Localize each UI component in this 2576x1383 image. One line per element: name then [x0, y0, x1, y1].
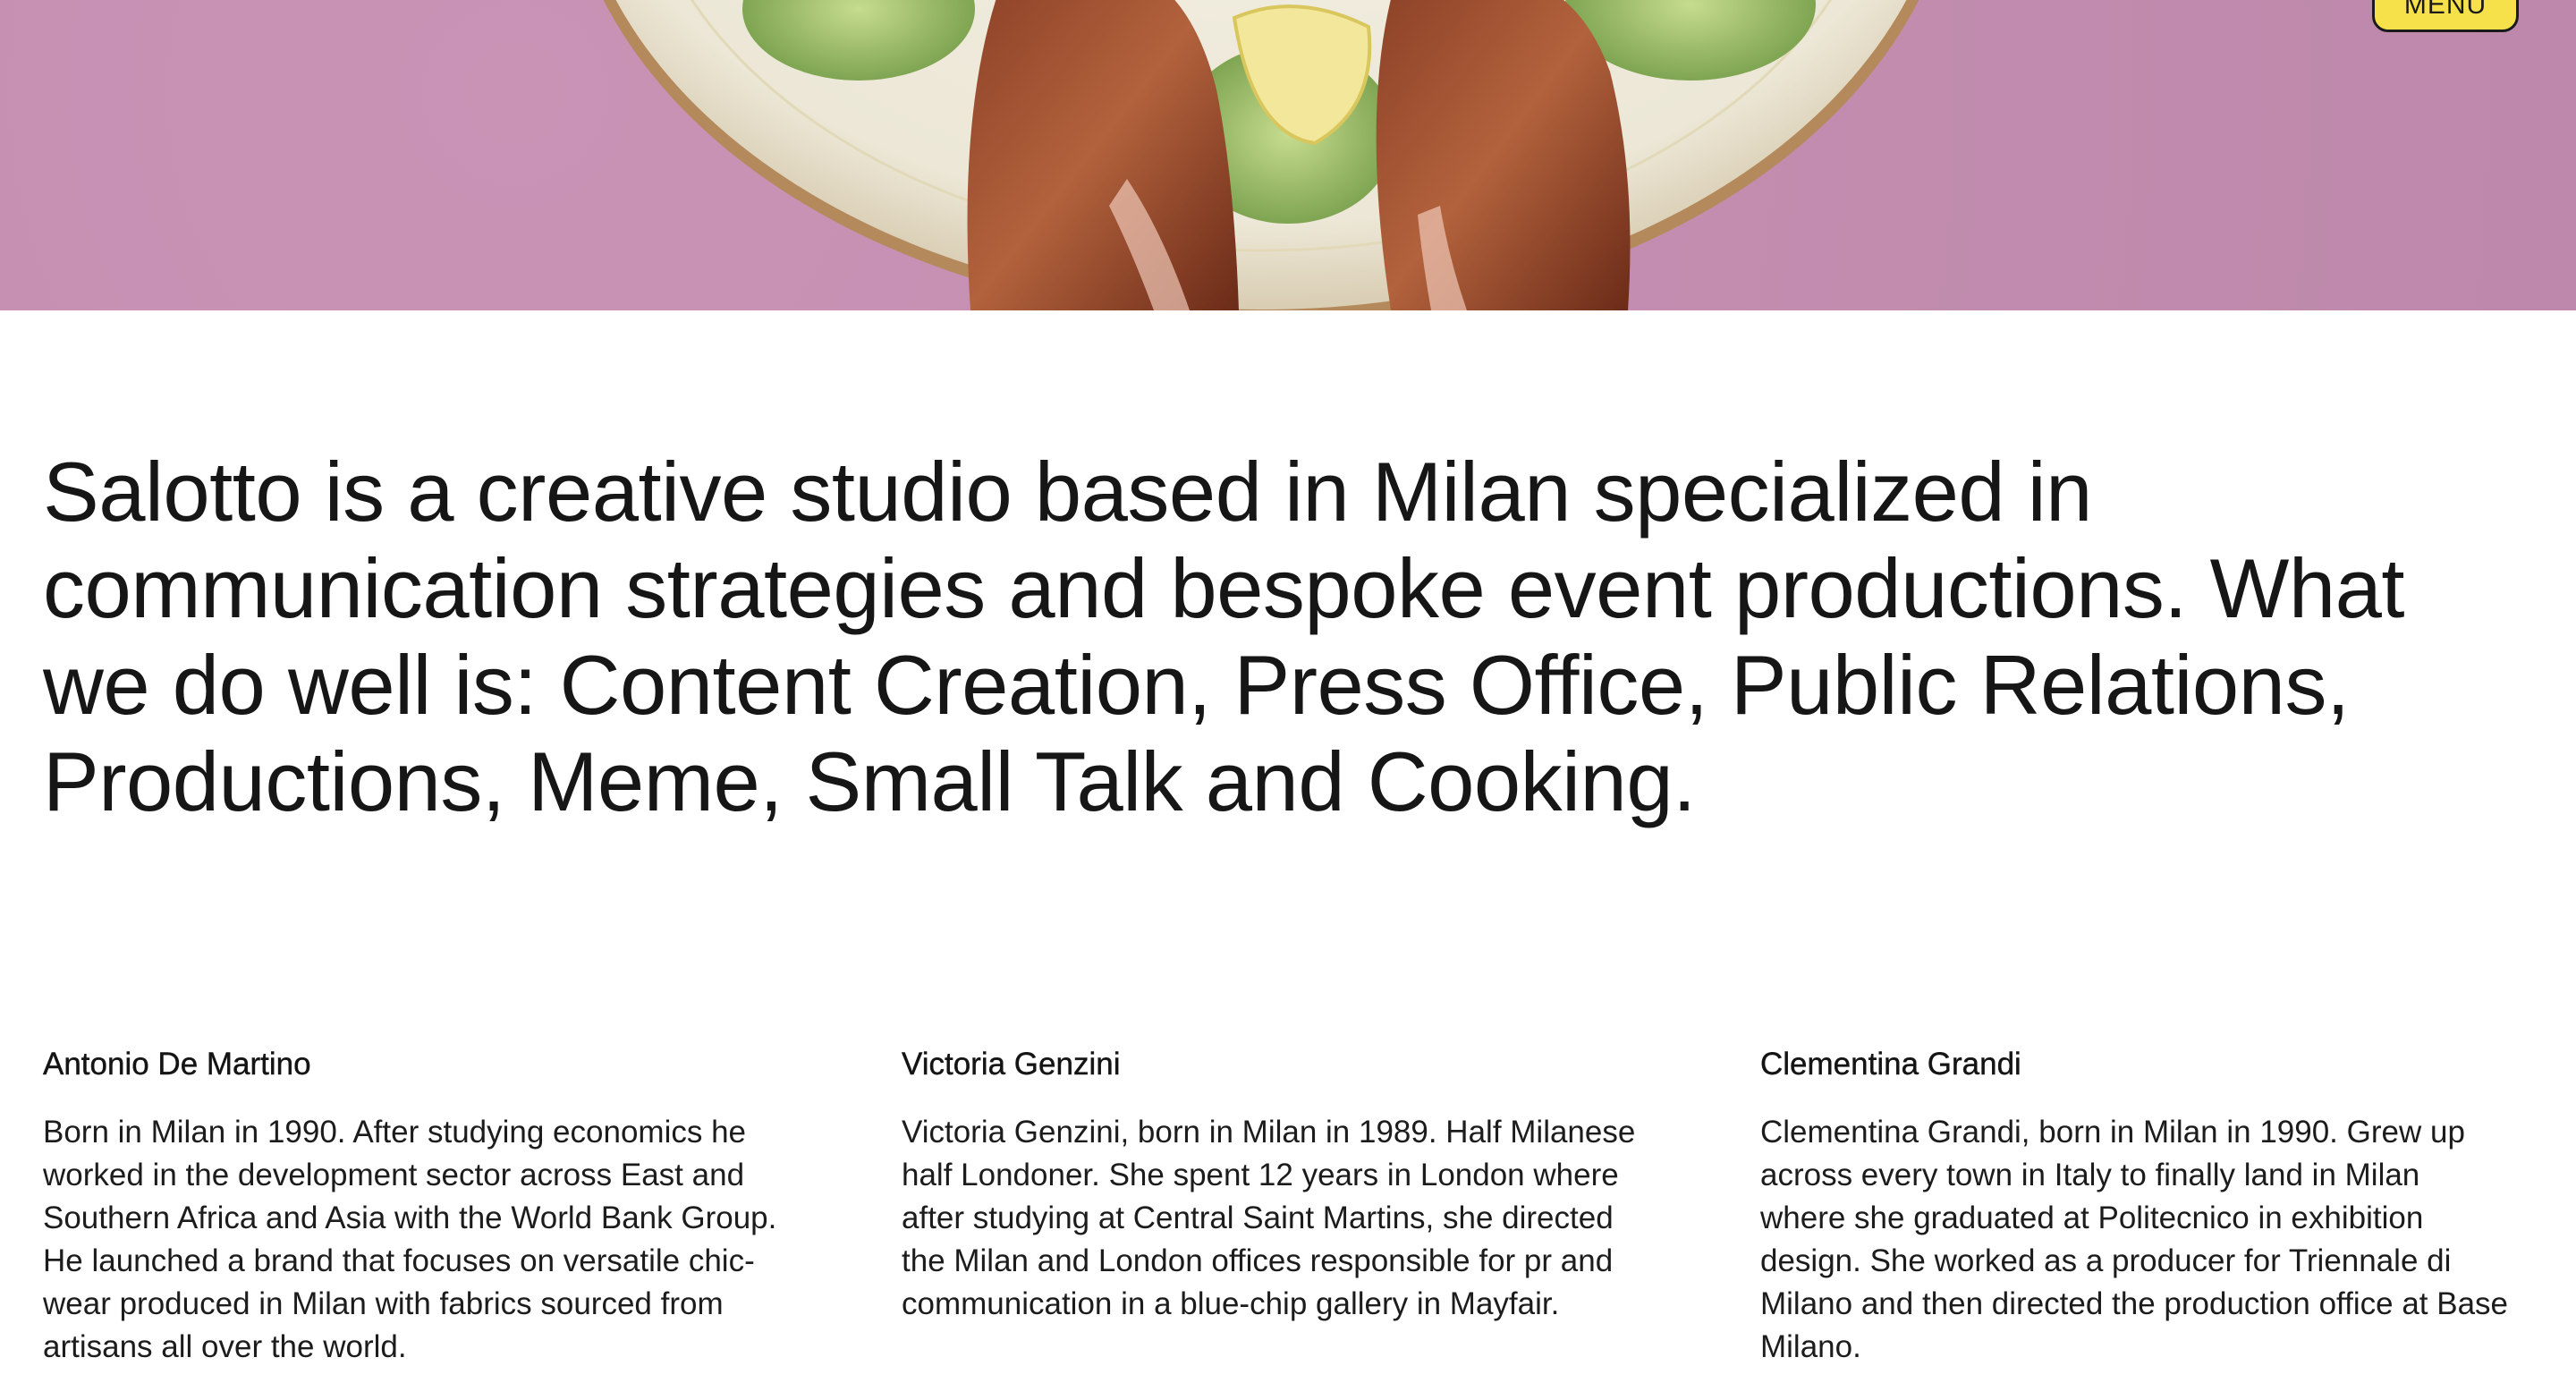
member-name: Victoria Genzini: [902, 1047, 1121, 1082]
team-member: Clementina Grandi Clementina Grandi, bor…: [1760, 1043, 2512, 1369]
hero-plate-illustration: [603, 0, 1919, 310]
member-name: Clementina Grandi: [1760, 1047, 2021, 1082]
team-section: Antonio De Martino Born in Milan in 1990…: [43, 1043, 2538, 1369]
team-member: Antonio De Martino Born in Milan in 1990…: [43, 1043, 794, 1369]
menu-button[interactable]: MENU: [2372, 0, 2519, 32]
studio-intro: Salotto is a creative studio based in Mi…: [43, 445, 2405, 828]
menu-button-label: MENU: [2403, 0, 2487, 20]
member-bio: Born in Milan in 1990. After studying ec…: [43, 1115, 777, 1364]
member-bio: Clementina Grandi, born in Milan in 1990…: [1760, 1115, 2509, 1364]
member-bio: Victoria Genzini, born in Milan in 1989.…: [902, 1115, 1636, 1321]
lobster-claw-left: [967, 0, 1239, 310]
lobster-claw-right: [1376, 0, 1631, 310]
member-name: Antonio De Martino: [43, 1047, 311, 1082]
hero-image: [0, 0, 2576, 310]
page: MENU Salotto is a creative studio based …: [0, 0, 2576, 1383]
team-member: Victoria Genzini Victoria Genzini, born …: [902, 1043, 1653, 1369]
